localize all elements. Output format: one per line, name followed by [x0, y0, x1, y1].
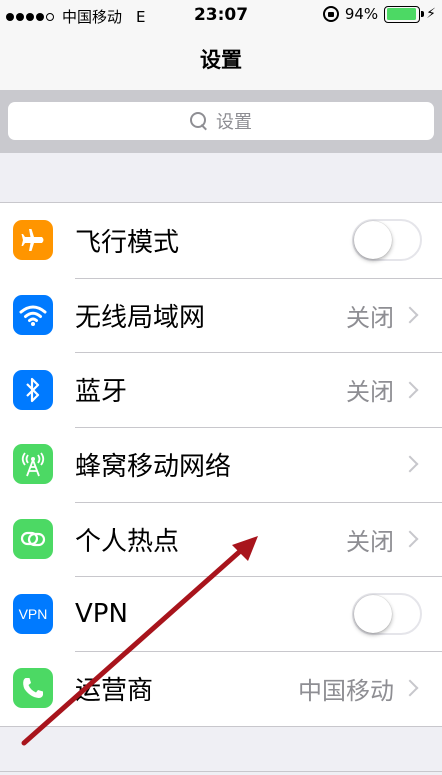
settings-row-label: VPN: [75, 598, 128, 629]
settings-row-value: 关闭: [346, 378, 394, 407]
chevron-right-icon: [401, 455, 419, 473]
settings-row-label: 蓝牙: [75, 377, 128, 408]
search-area: 设置: [0, 90, 442, 153]
settings-row[interactable]: 无线局域网 关闭: [0, 277, 442, 353]
settings-row-label: 蜂窝移动网络: [75, 451, 232, 482]
toggle-knob: [354, 221, 392, 260]
divider: [0, 771, 442, 772]
settings-row-label: 运营商: [75, 675, 154, 706]
wifi-icon: [13, 295, 53, 336]
settings-row[interactable]: 蜂窝移动网络: [0, 427, 442, 502]
hotspot-icon: [13, 519, 53, 560]
search-input[interactable]: 设置: [8, 102, 434, 140]
battery-fill: [386, 8, 416, 20]
settings-row[interactable]: 蓝牙 关闭: [0, 352, 442, 427]
settings-group: 飞行模式 无线局域网 关闭 蓝牙 关闭 蜂窝移动网络 个人热点 关闭 VPN VPN 运营商 中国移动: [0, 202, 442, 727]
vpn-icon-label: VPN: [18, 605, 48, 622]
chevron-right-icon: [401, 679, 419, 697]
search-placeholder: 设置: [216, 112, 252, 133]
settings-row-label: 个人热点: [75, 526, 180, 557]
bluetooth-icon: [13, 369, 53, 410]
charging-bolt-icon: ⚡: [426, 6, 436, 22]
chevron-right-icon: [401, 381, 419, 399]
navigation-bar: 设置: [0, 32, 442, 90]
settings-row[interactable]: 运营商 中国移动: [0, 651, 442, 726]
cellular-antenna-icon: [13, 444, 53, 485]
chevron-right-icon: [401, 530, 419, 548]
settings-row-value: 关闭: [346, 527, 394, 556]
vpn-icon: VPN: [13, 593, 53, 634]
settings-row-value: 关闭: [346, 303, 394, 332]
airplane-icon: [13, 220, 53, 261]
toggle-switch[interactable]: [352, 219, 422, 262]
status-right: 94% ⚡: [322, 5, 436, 23]
settings-row-label: 无线局域网: [75, 302, 206, 333]
settings-row[interactable]: VPN VPN: [0, 576, 442, 651]
toggle-knob: [354, 594, 392, 633]
battery-percent: 94%: [344, 5, 379, 23]
settings-row-value: 中国移动: [298, 676, 394, 705]
phone-icon: [13, 668, 53, 709]
settings-row[interactable]: 个人热点 关闭: [0, 501, 442, 577]
battery-icon: [384, 5, 425, 23]
toggle-switch[interactable]: [352, 592, 422, 635]
settings-row-label: 飞行模式: [75, 227, 180, 258]
page-title: 设置: [200, 48, 242, 72]
settings-row[interactable]: 飞行模式: [0, 203, 442, 278]
rotation-lock-icon: [322, 6, 339, 22]
status-bar: 中国移动 E 23:07 94% ⚡: [0, 0, 442, 32]
search-icon: [190, 112, 208, 130]
chevron-right-icon: [401, 306, 419, 324]
